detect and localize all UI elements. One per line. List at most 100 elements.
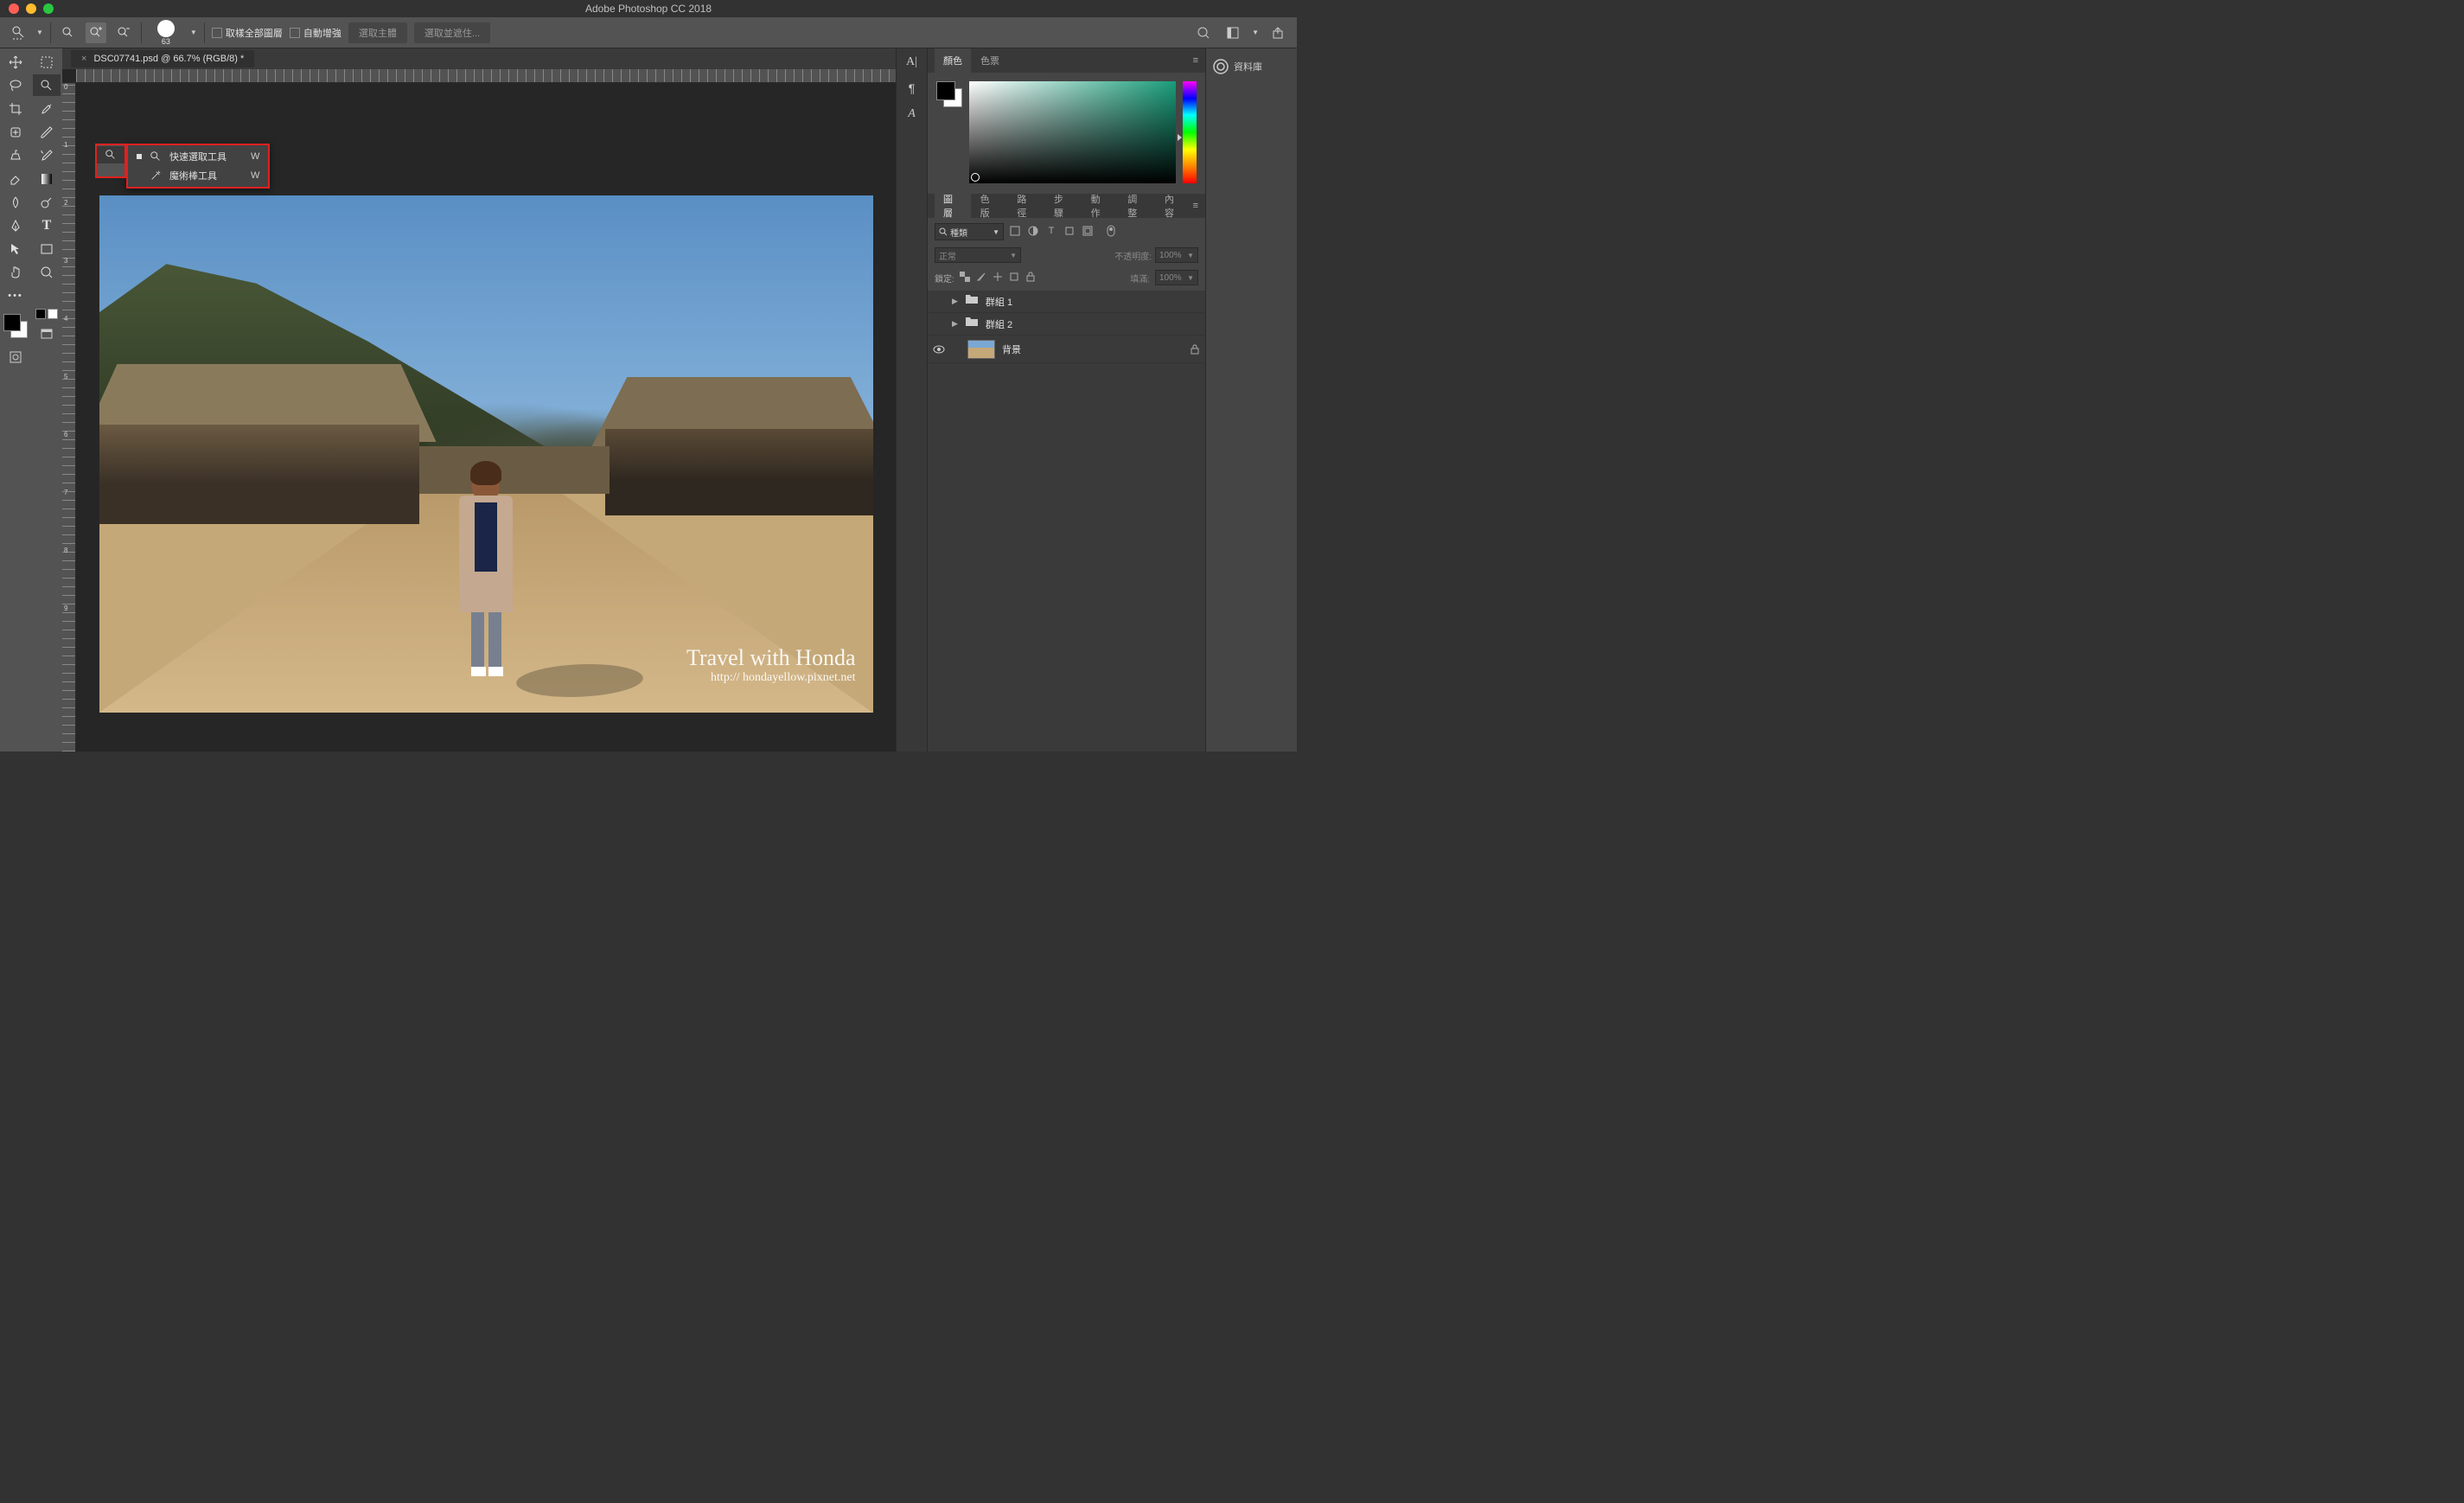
- marquee-tool[interactable]: [33, 51, 61, 73]
- ruler-vertical[interactable]: 0123456789: [62, 83, 76, 752]
- select-subject-button[interactable]: 選取主體: [348, 22, 407, 43]
- clone-stamp-tool[interactable]: [2, 144, 29, 166]
- dropdown-arrow-icon[interactable]: ▼: [36, 29, 43, 36]
- history-brush-tool[interactable]: [33, 144, 61, 166]
- lock-artboard-icon[interactable]: [1009, 272, 1021, 284]
- pen-tool[interactable]: [2, 214, 29, 236]
- more-tools[interactable]: •••: [2, 285, 29, 306]
- lock-paint-icon[interactable]: [976, 272, 988, 284]
- rectangle-tool[interactable]: [33, 238, 61, 259]
- auto-enhance-option[interactable]: 自動增強: [290, 26, 342, 40]
- color-field[interactable]: [969, 81, 1176, 183]
- dropdown-arrow-icon[interactable]: ▼: [190, 29, 197, 36]
- tab-close-icon[interactable]: ×: [81, 54, 86, 64]
- blur-tool[interactable]: [2, 191, 29, 213]
- layer-item[interactable]: 背景: [928, 336, 1205, 363]
- lock-icon[interactable]: [1190, 344, 1200, 355]
- close-window-button[interactable]: [9, 3, 19, 14]
- folder-icon: [965, 292, 979, 311]
- visibility-icon[interactable]: [933, 318, 945, 330]
- ruler-horizontal[interactable]: [76, 69, 896, 83]
- share-icon[interactable]: [1267, 22, 1288, 43]
- flyout-item-quick-select[interactable]: 快速選取工具 W: [130, 147, 266, 166]
- library-panel: 資料庫: [1205, 48, 1297, 752]
- screen-mode-tool[interactable]: [33, 323, 61, 345]
- filter-shape-icon[interactable]: [1062, 223, 1077, 239]
- hue-slider[interactable]: [1183, 81, 1197, 183]
- panel-menu-icon[interactable]: ≡: [1193, 55, 1198, 66]
- flyout-item-magic-wand[interactable]: 魔術棒工具 W: [130, 166, 266, 185]
- filter-adjust-icon[interactable]: [1025, 223, 1041, 239]
- lasso-tool[interactable]: [2, 74, 29, 96]
- character-panel-icon[interactable]: A|: [906, 55, 917, 69]
- checkbox-icon: [212, 28, 222, 38]
- fill-value[interactable]: 100%▼: [1155, 270, 1198, 285]
- layer-name[interactable]: 群組 1: [986, 295, 1012, 309]
- eyedropper-tool[interactable]: [33, 98, 61, 119]
- fill-label: 填滿:: [1130, 272, 1150, 285]
- dropdown-arrow-icon[interactable]: ▼: [1252, 29, 1259, 36]
- layer-item[interactable]: ▶ 群組 2: [928, 313, 1205, 336]
- app-title: Adobe Photoshop CC 2018: [585, 3, 712, 15]
- color-tab[interactable]: 顏色: [935, 48, 971, 73]
- expand-arrow-icon[interactable]: ▶: [952, 297, 958, 306]
- lock-transparency-icon[interactable]: [960, 272, 972, 284]
- quick-select-tool[interactable]: [33, 74, 61, 96]
- layer-filter-select[interactable]: 種類 ▼: [935, 223, 1004, 240]
- quick-mask-tool[interactable]: [2, 346, 29, 368]
- watermark: Travel with Honda http:// hondayellow.pi…: [686, 645, 855, 685]
- layer-item[interactable]: ▶ 群組 1: [928, 291, 1205, 313]
- select-and-mask-button[interactable]: 選取並遮住...: [414, 22, 490, 43]
- subtract-selection-button[interactable]: [113, 22, 134, 43]
- blend-mode-select[interactable]: 正常▼: [935, 247, 1021, 263]
- panel-color-swatches[interactable]: [936, 81, 962, 107]
- magic-wand-icon: [149, 169, 163, 182]
- color-swatches[interactable]: [3, 314, 28, 338]
- opacity-value[interactable]: 100%▼: [1155, 247, 1198, 263]
- current-tool-icon[interactable]: [9, 22, 29, 43]
- panel-foreground[interactable]: [936, 81, 955, 100]
- brush-preview[interactable]: 63: [149, 19, 183, 47]
- visibility-icon[interactable]: [933, 343, 945, 355]
- crop-tool[interactable]: [2, 98, 29, 119]
- panel-menu-icon[interactable]: ≡: [1193, 201, 1198, 211]
- flyout-label: 快速選取工具: [169, 150, 227, 163]
- healing-brush-tool[interactable]: [2, 121, 29, 143]
- cc-library-button[interactable]: 資料庫: [1206, 55, 1297, 78]
- search-icon[interactable]: [1193, 22, 1214, 43]
- gradient-tool[interactable]: [33, 168, 61, 189]
- mini-swatches[interactable]: [35, 309, 58, 319]
- glyphs-panel-icon[interactable]: A: [908, 107, 916, 121]
- workspace-icon[interactable]: [1222, 22, 1243, 43]
- new-selection-button[interactable]: [58, 22, 79, 43]
- brush-tool[interactable]: [33, 121, 61, 143]
- eraser-tool[interactable]: [2, 168, 29, 189]
- hand-tool[interactable]: [2, 261, 29, 283]
- lock-all-icon[interactable]: [1025, 272, 1037, 284]
- sample-all-layers-option[interactable]: 取樣全部圖層: [212, 26, 283, 40]
- library-label: 資料庫: [1234, 60, 1262, 74]
- filter-type-icon[interactable]: T: [1044, 223, 1059, 239]
- maximize-window-button[interactable]: [43, 3, 54, 14]
- foreground-color[interactable]: [3, 314, 21, 331]
- move-tool[interactable]: [2, 51, 29, 73]
- brush-size-value: 63: [162, 37, 170, 46]
- zoom-tool[interactable]: [33, 261, 61, 283]
- lock-position-icon[interactable]: [993, 272, 1005, 284]
- visibility-icon[interactable]: [933, 296, 945, 308]
- add-selection-button[interactable]: [86, 22, 106, 43]
- path-select-tool[interactable]: [2, 238, 29, 259]
- filter-image-icon[interactable]: [1007, 223, 1023, 239]
- document-tab[interactable]: × DSC07741.psd @ 66.7% (RGB/8) *: [71, 50, 254, 67]
- minimize-window-button[interactable]: [26, 3, 36, 14]
- layer-name[interactable]: 背景: [1002, 342, 1021, 356]
- swatches-tab[interactable]: 色票: [972, 48, 1008, 73]
- filter-toggle-icon[interactable]: [1103, 223, 1119, 239]
- dodge-tool[interactable]: [33, 191, 61, 213]
- filter-smart-icon[interactable]: [1080, 223, 1095, 239]
- expand-arrow-icon[interactable]: ▶: [952, 319, 958, 329]
- paragraph-panel-icon[interactable]: ¶: [909, 81, 916, 95]
- type-tool[interactable]: T: [33, 214, 61, 236]
- layer-name[interactable]: 群組 2: [986, 317, 1012, 331]
- window-controls: [9, 3, 54, 14]
